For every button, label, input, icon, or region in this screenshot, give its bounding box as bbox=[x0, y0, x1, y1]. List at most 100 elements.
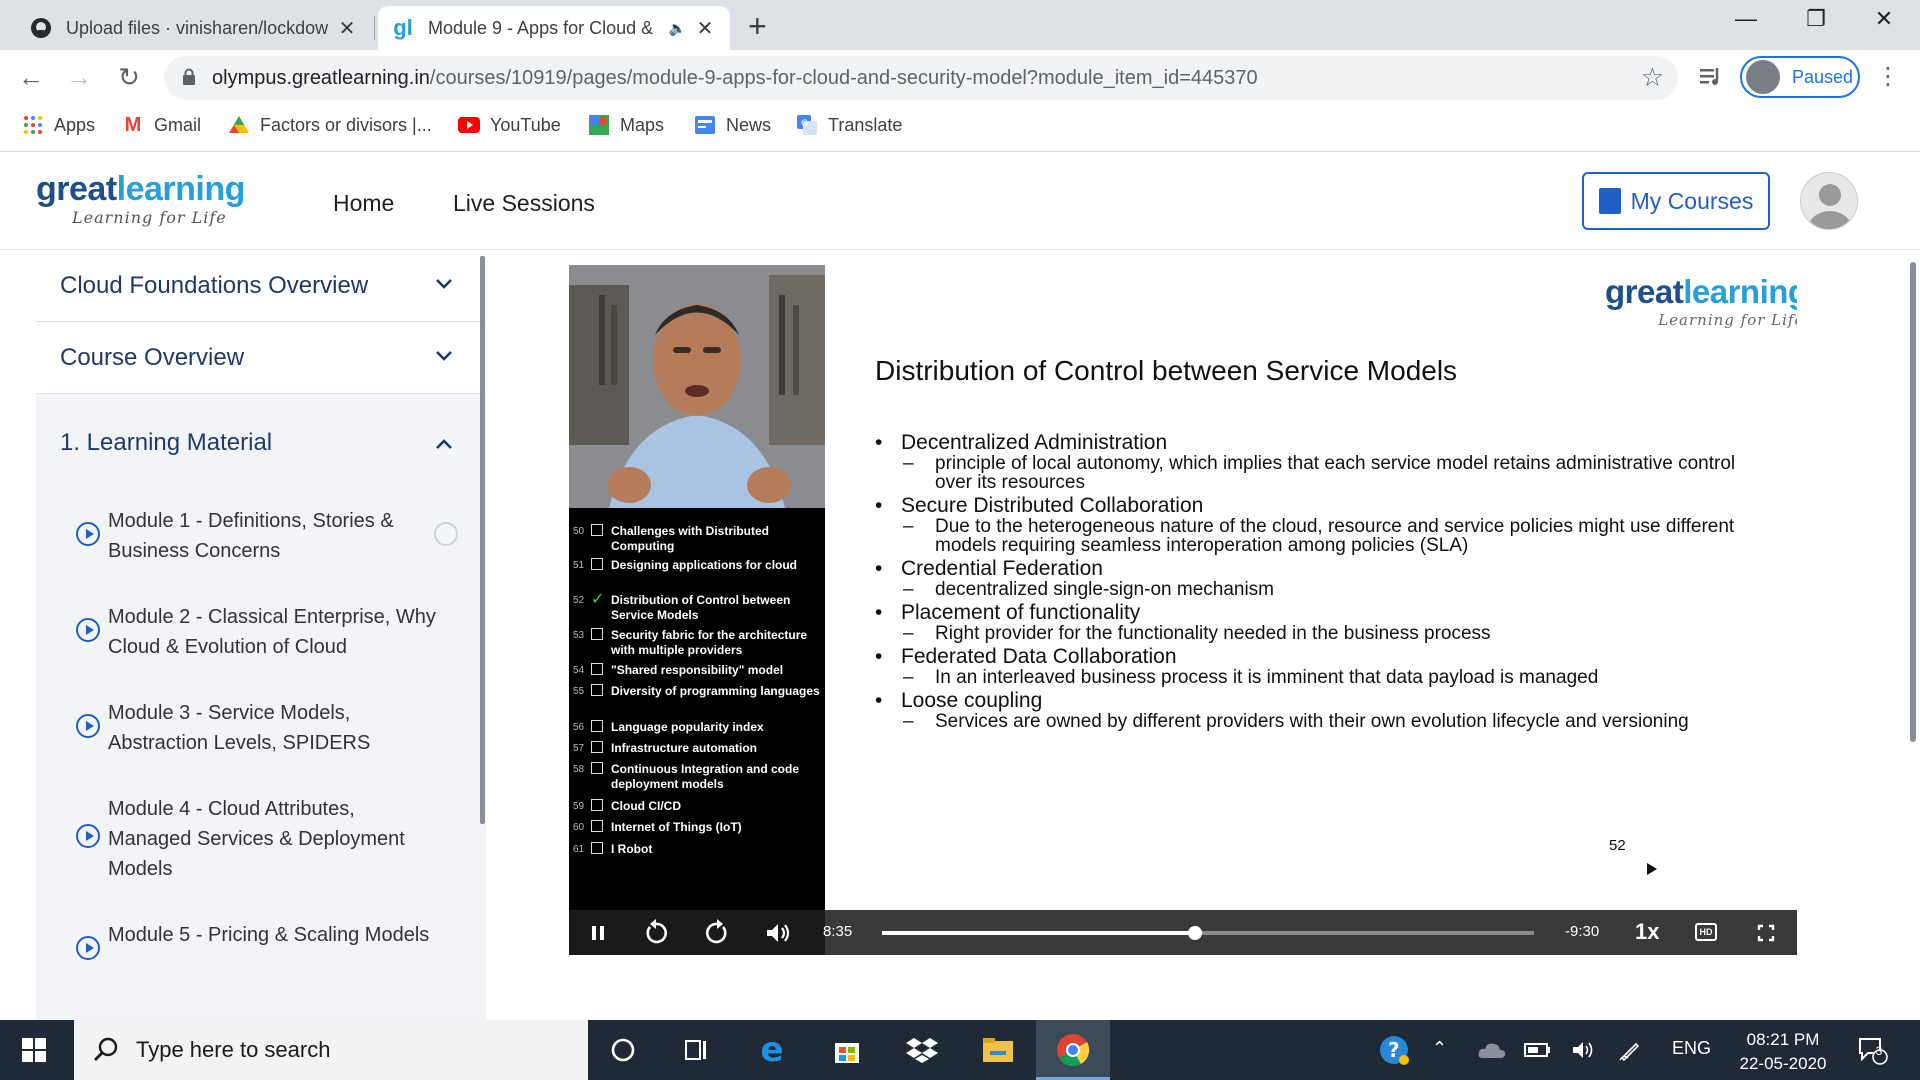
windows-taskbar: Type here to search e ? ⌃ ENG 08:21 PM 2… bbox=[0, 1020, 1920, 1080]
checkbox-icon bbox=[591, 820, 603, 832]
onedrive-icon[interactable] bbox=[1472, 1030, 1512, 1070]
chapter-number: 58 bbox=[573, 764, 585, 775]
browser-menu-icon[interactable]: ⋮ bbox=[1876, 62, 1900, 91]
search-icon bbox=[94, 1037, 118, 1061]
progress-fill bbox=[882, 931, 1195, 935]
task-view-icon[interactable] bbox=[676, 1030, 716, 1070]
section-learning-material[interactable]: 1. Learning Material bbox=[36, 394, 486, 492]
module-title: Module 2 - Classical Enterprise, Why Clo… bbox=[108, 606, 436, 658]
rewind-button[interactable] bbox=[641, 918, 671, 948]
chapter-title: Language popularity index bbox=[611, 720, 764, 734]
windows-start-icon[interactable] bbox=[22, 1038, 46, 1062]
section-title: Course Overview bbox=[60, 343, 245, 371]
bookmark-maps[interactable]: Maps bbox=[588, 114, 664, 136]
checkbox-icon bbox=[591, 762, 603, 774]
bookmark-youtube[interactable]: YouTube bbox=[458, 114, 561, 136]
playback-speed-button[interactable]: 1x bbox=[1635, 919, 1659, 945]
input-language[interactable]: ENG bbox=[1672, 1038, 1711, 1059]
forward-button[interactable]: → bbox=[62, 60, 96, 94]
new-tab-button[interactable]: + bbox=[748, 8, 767, 45]
microsoft-store-icon[interactable] bbox=[827, 1030, 867, 1070]
cortana-icon[interactable] bbox=[603, 1030, 643, 1070]
back-button[interactable]: ← bbox=[14, 60, 48, 94]
show-hidden-icons-button[interactable]: ⌃ bbox=[1432, 1038, 1447, 1059]
slide-title: Distribution of Control between Service … bbox=[875, 355, 1458, 386]
greatlearning-logo[interactable]: greatlearning Learning for Life bbox=[36, 172, 245, 227]
svg-text:G: G bbox=[801, 119, 808, 129]
bookmark-news[interactable]: News bbox=[694, 114, 771, 136]
dropbox-icon[interactable] bbox=[902, 1030, 942, 1070]
chapter-title: Distribution of Control between Service … bbox=[611, 593, 791, 622]
volume-button[interactable] bbox=[762, 918, 792, 948]
progress-knob[interactable] bbox=[1187, 926, 1202, 940]
bookmark-translate[interactable]: G Translate bbox=[796, 114, 902, 136]
speaker-tab-icon[interactable]: 🔈 bbox=[669, 20, 686, 37]
nav-home[interactable]: Home bbox=[333, 190, 394, 217]
file-explorer-icon[interactable] bbox=[978, 1030, 1018, 1070]
tab-separator bbox=[374, 16, 375, 40]
sidebar-scrollbar[interactable] bbox=[480, 256, 485, 824]
module-item[interactable]: Module 3 - Service Models, Abstraction L… bbox=[36, 680, 486, 776]
module-item[interactable]: Module 1 - Definitions, Stories & Busine… bbox=[36, 492, 486, 584]
checkbox-icon bbox=[591, 741, 603, 753]
battery-icon[interactable] bbox=[1518, 1030, 1558, 1070]
address-bar[interactable]: olympus.greatlearning.in/courses/10919/p… bbox=[164, 56, 1678, 100]
bookmark-star-icon[interactable]: ☆ bbox=[1641, 62, 1664, 93]
browser-tab-module9[interactable]: gl Module 9 - Apps for Cloud & 🔈 ✕ bbox=[378, 6, 730, 50]
video-progress-bar[interactable] bbox=[882, 926, 1534, 940]
browser-tab-github[interactable]: Upload files · vinisharen/lockdow ✕ bbox=[16, 6, 372, 50]
section-title: Cloud Foundations Overview bbox=[60, 271, 369, 299]
volume-tray-icon[interactable] bbox=[1564, 1030, 1604, 1070]
action-center-icon[interactable]: 3 bbox=[1852, 1030, 1892, 1070]
drive-icon bbox=[228, 114, 250, 136]
section-cloud-foundations-overview[interactable]: Cloud Foundations Overview bbox=[36, 250, 486, 322]
chapter-number: 52 bbox=[573, 595, 585, 606]
help-icon[interactable]: ? bbox=[1374, 1030, 1414, 1070]
checkbox-icon bbox=[591, 842, 603, 854]
chevron-up-icon bbox=[436, 439, 452, 449]
fullscreen-button[interactable] bbox=[1751, 918, 1781, 948]
fast-forward-icon bbox=[705, 919, 727, 944]
pause-button[interactable] bbox=[583, 918, 613, 948]
module-item[interactable]: Module 2 - Classical Enterprise, Why Clo… bbox=[36, 584, 486, 680]
slide-bullet: Placement of functionality bbox=[875, 602, 1755, 625]
chapter-title: Infrastructure automation bbox=[611, 741, 758, 755]
bookmarks-bar: Apps M Gmail Factors or divisors |... Yo… bbox=[0, 104, 1920, 152]
close-tab-icon[interactable]: ✕ bbox=[694, 16, 716, 41]
play-circle-icon bbox=[76, 936, 100, 960]
chapter-number: 59 bbox=[573, 801, 585, 812]
module-item[interactable]: Module 5 - Pricing & Scaling Models bbox=[36, 902, 486, 968]
close-tab-icon[interactable]: ✕ bbox=[336, 16, 358, 41]
system-clock[interactable]: 08:21 PM 22-05-2020 bbox=[1728, 1028, 1838, 1076]
minimize-window-button[interactable]: — bbox=[1716, 6, 1776, 32]
reload-button[interactable]: ↻ bbox=[112, 60, 146, 94]
module-item[interactable]: Module 4 - Cloud Attributes, Managed Ser… bbox=[36, 776, 486, 902]
taskbar-search-box[interactable]: Type here to search bbox=[74, 1020, 588, 1080]
profile-button[interactable]: Paused bbox=[1740, 56, 1860, 98]
media-control-icon[interactable] bbox=[1698, 64, 1724, 90]
tab-title: Upload files · vinisharen/lockdow bbox=[66, 17, 328, 38]
section-course-overview[interactable]: Course Overview bbox=[36, 322, 486, 394]
bookmark-gmail[interactable]: M Gmail bbox=[122, 114, 201, 136]
chrome-taskbar-button[interactable] bbox=[1036, 1020, 1110, 1080]
slide-next-arrow-icon bbox=[1647, 863, 1657, 875]
my-courses-button[interactable]: My Courses bbox=[1582, 172, 1770, 230]
page-scrollbar[interactable] bbox=[1910, 262, 1916, 742]
video-player[interactable]: 50 Challenges with Distributed Computing 5… bbox=[569, 265, 1797, 955]
bookmark-apps[interactable]: Apps bbox=[22, 114, 95, 136]
chapter-title: Diversity of programming languages bbox=[611, 684, 820, 698]
chapter-title: I Robot bbox=[611, 842, 653, 856]
close-window-button[interactable]: ✕ bbox=[1854, 6, 1914, 32]
user-avatar[interactable] bbox=[1800, 172, 1858, 230]
pen-workspace-icon[interactable] bbox=[1610, 1030, 1650, 1070]
checkmark-icon: ✓ bbox=[591, 591, 605, 608]
bookmark-factors[interactable]: Factors or divisors |... bbox=[228, 114, 432, 136]
nav-live-sessions[interactable]: Live Sessions bbox=[453, 190, 595, 217]
checkbox-icon bbox=[591, 684, 603, 696]
forward-button[interactable] bbox=[702, 918, 732, 948]
hd-quality-button[interactable]: HD bbox=[1695, 923, 1717, 941]
restore-window-button[interactable]: ❐ bbox=[1786, 6, 1846, 32]
edge-browser-icon[interactable]: e bbox=[752, 1030, 792, 1070]
user-silhouette-icon bbox=[1808, 184, 1852, 229]
svg-text:?: ? bbox=[1388, 1038, 1400, 1062]
